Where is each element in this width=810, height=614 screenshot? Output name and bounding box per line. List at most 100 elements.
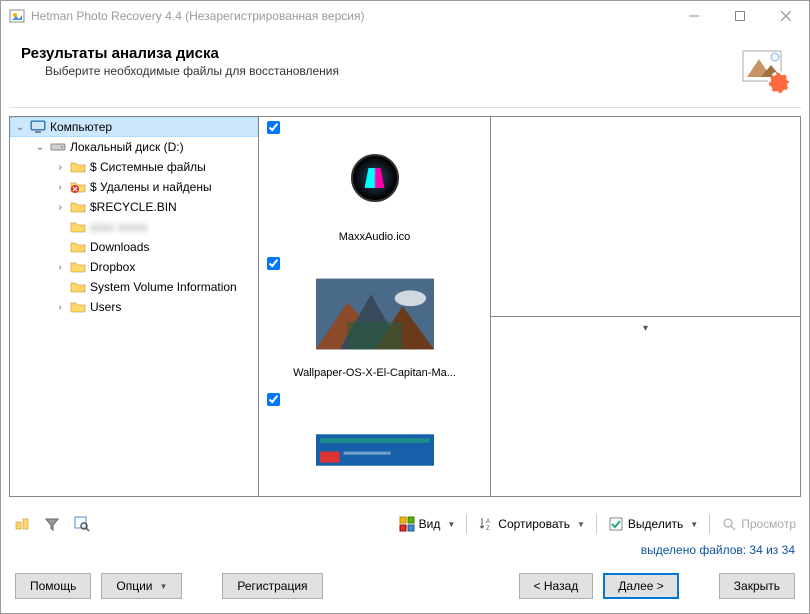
chevron-right-icon[interactable]: ›	[54, 202, 66, 213]
separator	[466, 514, 467, 534]
tree-label: xxxx xxxxx	[90, 220, 147, 234]
tree-item[interactable]: › Dropbox	[10, 257, 258, 277]
tree-item-computer[interactable]: ⌄ Компьютер	[10, 117, 258, 137]
register-button[interactable]: Регистрация	[222, 573, 322, 599]
thumbnails-icon	[399, 516, 415, 532]
next-button[interactable]: Далее >	[603, 573, 679, 599]
chevron-down-icon: ▼	[577, 520, 585, 529]
status-text: выделено файлов: 34 из 34	[1, 543, 809, 563]
folder-icon	[70, 239, 86, 255]
folder-icon	[70, 259, 86, 275]
preview-pane: ▾	[490, 117, 800, 496]
chevron-down-icon: ▼	[447, 520, 455, 529]
select-button[interactable]: Выделить ▼	[603, 511, 703, 537]
thumbnail-item[interactable]: MaxxAudio.ico	[263, 117, 486, 253]
main-area: ⌄ Компьютер ⌄ Локальный диск (D:) › $ Сис…	[1, 108, 809, 505]
folder-icon	[70, 219, 86, 235]
window-title: Hetman Photo Recovery 4.4 (Незарегистрир…	[31, 9, 671, 23]
chevron-right-icon[interactable]: ›	[54, 262, 66, 273]
preview-image-area	[491, 117, 800, 316]
magnifier-icon	[721, 516, 737, 532]
filter-button[interactable]	[39, 511, 65, 537]
sort-label: Сортировать	[498, 517, 570, 531]
tree-label: Локальный диск (D:)	[70, 140, 184, 154]
thumbnail-image	[315, 133, 435, 223]
preview-label: Просмотр	[741, 517, 796, 531]
thumbnail-image	[315, 269, 435, 359]
deleted-folder-icon	[70, 179, 86, 195]
bottom-bar: Помощь Опции▼ Регистрация < Назад Далее …	[1, 563, 809, 613]
svg-text:A: A	[486, 519, 490, 525]
tree-item[interactable]: xxxx xxxxx	[10, 217, 258, 237]
preview-details: ▾	[491, 316, 800, 496]
thumbnail-image	[315, 405, 435, 495]
app-window: Hetman Photo Recovery 4.4 (Незарегистрир…	[0, 0, 810, 614]
separator	[596, 514, 597, 534]
thumbnail-list[interactable]: MaxxAudio.ico Wallpaper-OS-X-El-Capitan-M…	[259, 117, 490, 496]
help-button[interactable]: Помощь	[15, 573, 91, 599]
chevron-down-icon: ▼	[159, 582, 167, 591]
thumbnail-checkbox[interactable]	[267, 257, 280, 270]
tree-item[interactable]: › $RECYCLE.BIN	[10, 197, 258, 217]
options-button[interactable]: Опции▼	[101, 573, 182, 599]
thumbnail-label: MaxxAudio.ico	[339, 231, 411, 243]
select-label: Выделить	[628, 517, 683, 531]
thumbnail-label: Wallpaper-OS-X-El-Capitan-Ma...	[293, 367, 456, 379]
sort-button[interactable]: AZ Сортировать ▼	[473, 511, 590, 537]
checkbox-icon	[608, 516, 624, 532]
content-pane: MaxxAudio.ico Wallpaper-OS-X-El-Capitan-M…	[259, 116, 801, 497]
chevron-down-icon[interactable]: ⌄	[14, 122, 26, 133]
titlebar: Hetman Photo Recovery 4.4 (Незарегистрир…	[1, 1, 809, 31]
tree-label: Users	[90, 300, 121, 314]
folder-icon	[70, 299, 86, 315]
separator	[709, 514, 710, 534]
folder-icon	[70, 199, 86, 215]
tree-item-disk[interactable]: ⌄ Локальный диск (D:)	[10, 137, 258, 157]
thumbnail-item[interactable]: Wallpaper-OS-X-El-Capitan-Ma...	[263, 253, 486, 389]
disk-icon	[50, 139, 66, 155]
tree-item[interactable]: › $ Удалены и найдены	[10, 177, 258, 197]
page-subtitle: Выберите необходимые файлы для восстанов…	[21, 64, 741, 78]
tree-label: $ Удалены и найдены	[90, 180, 212, 194]
tree-item[interactable]: Downloads	[10, 237, 258, 257]
sort-icon: AZ	[478, 516, 494, 532]
folder-icon	[70, 159, 86, 175]
tree-label: Downloads	[90, 240, 149, 254]
tree-item[interactable]: › Users	[10, 297, 258, 317]
minimize-button[interactable]	[671, 1, 717, 31]
svg-text:Z: Z	[486, 526, 490, 532]
tree-label: Dropbox	[90, 260, 135, 274]
page-header: Результаты анализа диска Выберите необхо…	[1, 31, 809, 101]
folder-icon	[70, 279, 86, 295]
tree-item[interactable]: › $ Системные файлы	[10, 157, 258, 177]
search-button[interactable]	[69, 511, 95, 537]
preview-button[interactable]: Просмотр	[716, 511, 801, 537]
view-mode-button[interactable]: Вид ▼	[394, 511, 461, 537]
close-app-button[interactable]: Закрыть	[719, 573, 795, 599]
page-title: Результаты анализа диска	[21, 45, 741, 62]
tree-label: System Volume Information	[90, 280, 237, 294]
tree-item[interactable]: System Volume Information	[10, 277, 258, 297]
chevron-down-icon[interactable]: ▾	[643, 323, 648, 334]
close-button[interactable]	[763, 1, 809, 31]
computer-icon	[30, 119, 46, 135]
chevron-right-icon[interactable]: ›	[54, 182, 66, 193]
tree-label: Компьютер	[50, 120, 112, 134]
folder-tree[interactable]: ⌄ Компьютер ⌄ Локальный диск (D:) › $ Сис…	[9, 116, 259, 497]
tree-label: $ Системные файлы	[90, 160, 206, 174]
chevron-right-icon[interactable]: ›	[54, 302, 66, 313]
thumbnail-checkbox[interactable]	[267, 393, 280, 406]
app-icon	[9, 8, 25, 24]
chevron-down-icon: ▼	[690, 520, 698, 529]
chevron-right-icon[interactable]: ›	[54, 162, 66, 173]
thumbnail-checkbox[interactable]	[267, 121, 280, 134]
tree-label: $RECYCLE.BIN	[90, 200, 177, 214]
toolbar: Вид ▼ AZ Сортировать ▼ Выделить ▼ Просмо…	[1, 505, 809, 543]
header-icon	[741, 45, 789, 93]
back-button[interactable]: < Назад	[519, 573, 594, 599]
chevron-down-icon[interactable]: ⌄	[34, 142, 46, 153]
refresh-button[interactable]	[9, 511, 35, 537]
view-label: Вид	[419, 517, 441, 531]
maximize-button[interactable]	[717, 1, 763, 31]
thumbnail-item[interactable]	[263, 389, 486, 496]
